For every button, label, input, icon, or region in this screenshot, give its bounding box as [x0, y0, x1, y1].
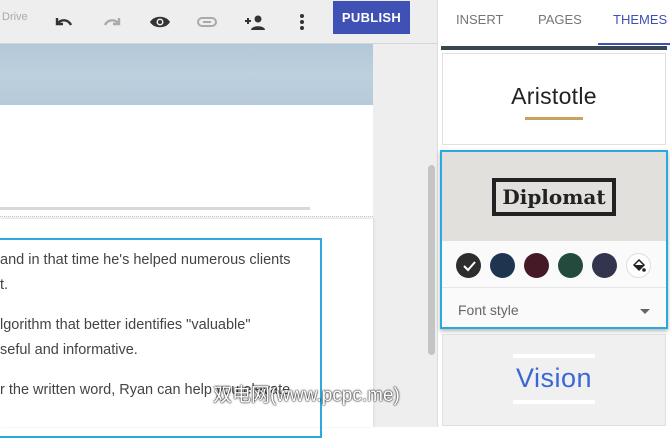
- undo-icon[interactable]: [52, 10, 76, 34]
- paragraph-line: seful and informative.: [0, 342, 138, 358]
- custom-color-button[interactable]: [626, 253, 651, 278]
- header-banner-image[interactable]: [0, 44, 373, 105]
- watermark: 双电网(www.pcpc.me): [213, 385, 400, 406]
- color-swatch[interactable]: [558, 253, 583, 278]
- theme-rule: [513, 354, 595, 358]
- toolbar: Drive PUBLISH: [0, 0, 437, 44]
- color-swatch[interactable]: [490, 253, 515, 278]
- theme-name: Diplomat: [492, 177, 616, 216]
- add-person-icon[interactable]: [243, 10, 267, 34]
- side-panel: INSERT PAGES THEMES Aristotle Diplomat F…: [437, 0, 670, 427]
- tab-themes[interactable]: THEMES: [613, 12, 667, 27]
- preview-eye-icon[interactable]: [148, 10, 172, 34]
- section-divider: [0, 216, 373, 217]
- theme-name: Aristotle: [511, 83, 597, 109]
- font-style-dropdown[interactable]: Font style: [458, 302, 519, 318]
- color-swatch[interactable]: [592, 253, 617, 278]
- tab-insert[interactable]: INSERT: [456, 12, 503, 27]
- drive-label[interactable]: Drive: [2, 11, 28, 23]
- tab-pages[interactable]: PAGES: [538, 12, 582, 27]
- theme-card-vision[interactable]: Vision: [442, 334, 666, 426]
- link-icon[interactable]: [195, 10, 219, 34]
- color-swatch-selected[interactable]: [456, 253, 481, 278]
- scrollbar[interactable]: [428, 165, 435, 355]
- divider-line[interactable]: [0, 207, 310, 210]
- color-swatch[interactable]: [524, 253, 549, 278]
- theme-card-aristotle[interactable]: Aristotle: [442, 53, 666, 145]
- paint-bucket-icon: [632, 258, 646, 272]
- text-box-selected[interactable]: and in that time he's helped numerous cl…: [0, 238, 322, 438]
- dropdown-arrow-icon[interactable]: [640, 309, 650, 314]
- theme-preview-strip: [441, 46, 667, 50]
- publish-button[interactable]: PUBLISH: [333, 1, 410, 34]
- active-tab-indicator: [598, 43, 670, 45]
- theme-rule: [513, 400, 595, 404]
- paragraph-line: lgorithm that better identifies "valuabl…: [0, 317, 251, 333]
- page-section[interactable]: [0, 105, 373, 217]
- more-vert-icon[interactable]: [290, 10, 314, 34]
- redo-icon[interactable]: [100, 10, 124, 34]
- paragraph-line: t.: [0, 277, 9, 293]
- theme-preview: Diplomat: [442, 152, 666, 241]
- theme-name: Vision: [515, 363, 593, 393]
- paragraph-line: and in that time he's helped numerous cl…: [0, 252, 291, 268]
- theme-card-diplomat[interactable]: Diplomat Font style: [440, 150, 668, 329]
- check-icon: [462, 260, 476, 271]
- theme-underline: [525, 117, 583, 120]
